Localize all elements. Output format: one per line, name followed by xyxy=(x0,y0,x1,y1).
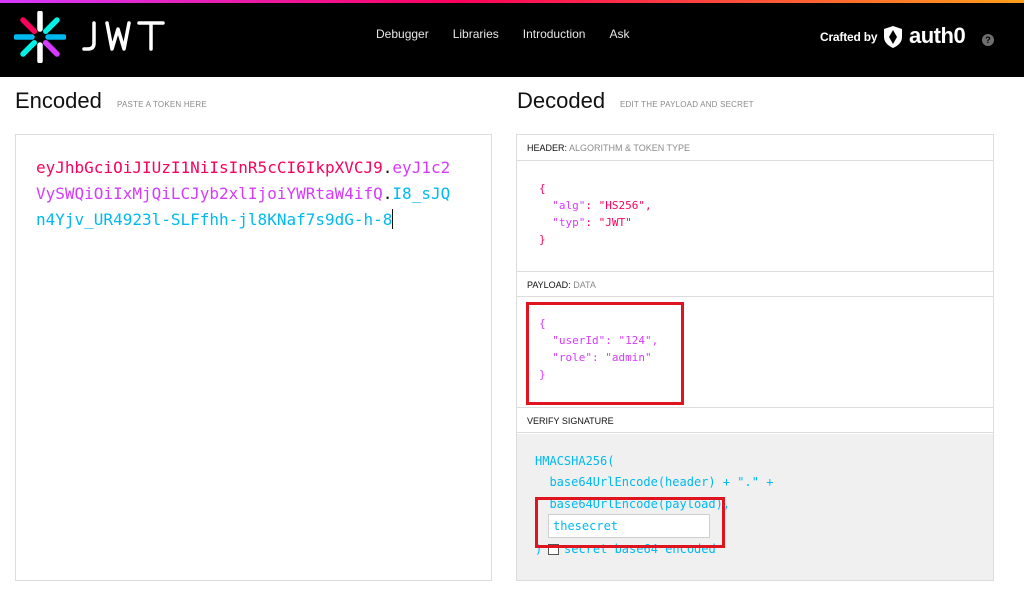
header-section-heading: HEADER: ALGORITHM & TOKEN TYPE xyxy=(517,135,993,161)
decoded-subtitle: EDIT THE PAYLOAD AND SECRET xyxy=(620,100,754,109)
verify-line-payload: base64UrlEncode(payload), xyxy=(535,497,731,511)
verify-section-heading: VERIFY SIGNATURE xyxy=(517,407,993,433)
header-section-desc: ALGORITHM & TOKEN TYPE xyxy=(569,143,691,153)
json-value-userid: : "124", xyxy=(605,334,659,347)
encoded-token-editor[interactable]: eyJhbGciOiJIUzI1NiIsInR5cCI6IkpXVCJ9.eyJ… xyxy=(15,134,492,581)
nav-link-libraries[interactable]: Libraries xyxy=(453,27,499,41)
verify-close-paren: ) xyxy=(535,542,543,556)
json-brace: { xyxy=(539,182,546,195)
top-navbar: Debugger Libraries Introduction Ask Craf… xyxy=(0,3,1024,77)
payload-json-editor[interactable]: { "userId": "124", "role": "admin"} xyxy=(539,315,658,383)
jwt-wordmark xyxy=(82,21,165,51)
nav-link-debugger[interactable]: Debugger xyxy=(376,27,429,41)
encoded-title: Encoded xyxy=(15,88,102,113)
crafted-by-label: Crafted by xyxy=(820,30,878,44)
json-brace: } xyxy=(539,233,546,246)
json-key-alg: "alg" xyxy=(552,199,586,212)
auth0-shield-icon[interactable] xyxy=(882,25,904,49)
token-header-part: eyJhbGciOiJIUzI1NiIsInR5cCI6IkpXVCJ9 xyxy=(36,158,383,177)
payload-section-heading: PAYLOAD: DATA xyxy=(517,271,993,297)
json-brace: } xyxy=(539,368,546,381)
nav-link-introduction[interactable]: Introduction xyxy=(523,27,586,41)
verify-signature-area: HMACSHA256( base64UrlEncode(header) + ".… xyxy=(517,434,993,580)
json-key-role: "role" xyxy=(552,351,592,364)
json-brace: { xyxy=(539,317,546,330)
verify-line-hmac: HMACSHA256( xyxy=(535,454,615,468)
json-key-userid: "userId" xyxy=(552,334,606,347)
text-cursor xyxy=(392,209,394,229)
json-value-typ: : "JWT" xyxy=(585,216,632,229)
encoded-token-text[interactable]: eyJhbGciOiJIUzI1NiIsInR5cCI6IkpXVCJ9.eyJ… xyxy=(36,155,456,233)
json-key-typ: "typ" xyxy=(552,216,586,229)
json-value-alg: : "HS256", xyxy=(585,199,652,212)
secret-input[interactable] xyxy=(548,514,710,538)
encoded-subtitle: PASTE A TOKEN HERE xyxy=(117,100,207,109)
auth0-brand-link[interactable]: auth0 xyxy=(909,23,966,49)
help-icon[interactable]: ? xyxy=(982,34,994,46)
nav-links: Debugger Libraries Introduction Ask xyxy=(376,27,653,41)
payload-section-label: PAYLOAD: xyxy=(527,280,571,290)
token-separator: . xyxy=(382,158,393,177)
verify-line-header: base64UrlEncode(header) + "." + xyxy=(535,475,774,489)
decoded-title: Decoded xyxy=(517,88,606,113)
base64-checkbox-label[interactable]: secret base64 encoded xyxy=(564,538,716,560)
decoded-panel: HEADER: ALGORITHM & TOKEN TYPE { "alg": … xyxy=(516,134,994,581)
header-json-editor[interactable]: { "alg": "HS256", "typ": "JWT"} xyxy=(539,180,652,248)
verify-section-label: VERIFY SIGNATURE xyxy=(527,416,614,426)
header-section-label: HEADER: xyxy=(527,143,568,153)
json-value-role: : "admin" xyxy=(592,351,652,364)
nav-link-ask[interactable]: Ask xyxy=(609,27,629,41)
token-separator: . xyxy=(382,184,393,203)
base64-checkbox[interactable] xyxy=(548,544,559,555)
payload-section-desc: DATA xyxy=(573,280,596,290)
jwt-logo-icon[interactable] xyxy=(14,11,66,63)
